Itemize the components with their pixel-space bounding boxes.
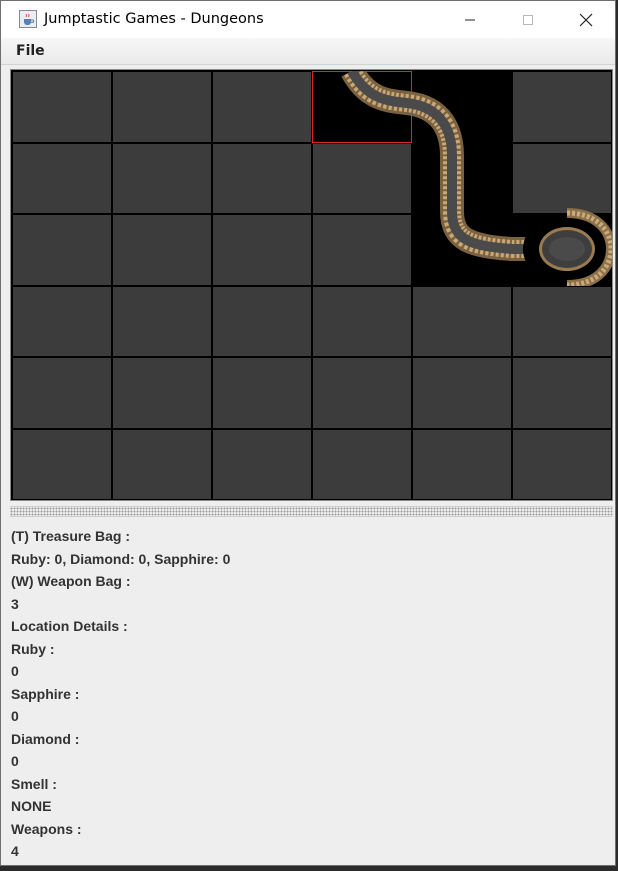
taskbar-strip [0, 866, 618, 871]
treasure-bag-value: Ruby: 0, Diamond: 0, Sapphire: 0 [11, 550, 231, 567]
ruby-value: 0 [11, 663, 19, 679]
dungeon-cell-r4-c4[interactable] [312, 285, 412, 357]
dungeon-cell-r6-c3[interactable] [212, 428, 312, 500]
dungeon-board [10, 69, 613, 501]
dungeon-grid[interactable] [12, 71, 612, 500]
dungeon-cell-r1-c2[interactable] [112, 71, 212, 143]
dungeon-cell-r6-c4[interactable] [312, 428, 412, 500]
close-button[interactable] [557, 1, 615, 38]
dungeon-cell-r6-c5[interactable] [412, 428, 512, 500]
dungeon-cell-r4-c5[interactable] [412, 285, 512, 357]
split-pane-divider[interactable] [10, 506, 613, 517]
window-title: Jumptastic Games - Dungeons [44, 11, 264, 27]
dungeon-cell-r1-c4[interactable] [312, 71, 412, 143]
dungeon-cell-r5-c4[interactable] [312, 357, 412, 429]
dungeon-cell-r3-c3[interactable] [212, 214, 312, 286]
location-details-label: Location Details : [11, 618, 128, 634]
smell-value: NONE [11, 798, 52, 814]
dungeon-cell-r2-c6[interactable] [512, 142, 612, 214]
dungeon-cell-r5-c5[interactable] [412, 357, 512, 429]
dungeon-cell-r3-c1[interactable] [12, 214, 112, 286]
treasure-bag-label: (T) Treasure Bag : [11, 528, 131, 544]
weapon-bag-label: (W) Weapon Bag : [11, 573, 131, 589]
menu-bar: File [1, 38, 615, 65]
maximize-button[interactable] [499, 1, 557, 38]
close-icon [579, 13, 593, 26]
sapphire-label: Sapphire : [11, 685, 80, 702]
dungeon-cell-r2-c2[interactable] [112, 142, 212, 214]
weapon-bag-value: 3 [11, 595, 19, 612]
dungeon-cell-r1-c6[interactable] [512, 71, 612, 143]
dungeon-cell-r5-c6[interactable] [512, 357, 612, 429]
title-bar[interactable]: Jumptastic Games - Dungeons [1, 1, 615, 38]
app-window: Jumptastic Games - Dungeons File (T) Tre… [0, 0, 616, 866]
dungeon-cell-r4-c3[interactable] [212, 285, 312, 357]
diamond-value: 0 [11, 753, 19, 769]
maximize-icon [523, 14, 533, 25]
dungeon-cell-r2-c4[interactable] [312, 142, 412, 214]
dungeon-cell-r6-c2[interactable] [112, 428, 212, 500]
dungeon-cell-r1-c1[interactable] [12, 71, 112, 143]
dungeon-cell-r2-c3[interactable] [212, 142, 312, 214]
dungeon-cell-r3-c6[interactable] [512, 214, 612, 286]
dungeon-cell-r5-c2[interactable] [112, 357, 212, 429]
dungeon-cell-r1-c5[interactable] [412, 71, 512, 143]
dungeon-cell-r2-c5[interactable] [412, 142, 512, 214]
dungeon-cell-r4-c6[interactable] [512, 285, 612, 357]
weapons-value: 4 [11, 843, 19, 859]
smell-label: Smell : [11, 775, 57, 792]
weapons-label: Weapons : [11, 820, 82, 837]
menu-file[interactable]: File [16, 43, 45, 59]
dungeon-cell-r3-c4[interactable] [312, 214, 412, 286]
dungeon-cell-r1-c3[interactable] [212, 71, 312, 143]
diamond-label: Diamond : [11, 730, 80, 747]
minimize-icon [465, 19, 475, 20]
dungeon-cell-r6-c1[interactable] [12, 428, 112, 500]
status-panel: (T) Treasure Bag : Ruby: 0, Diamond: 0, … [11, 525, 601, 863]
dungeon-cell-r4-c1[interactable] [12, 285, 112, 357]
sapphire-value: 0 [11, 708, 19, 724]
dungeon-cell-r3-c2[interactable] [112, 214, 212, 286]
ruby-label: Ruby : [11, 640, 55, 657]
java-cup-icon[interactable] [19, 10, 37, 28]
dungeon-cell-r4-c2[interactable] [112, 285, 212, 357]
dungeon-cell-r5-c1[interactable] [12, 357, 112, 429]
dungeon-cell-r5-c3[interactable] [212, 357, 312, 429]
dungeon-cell-r2-c1[interactable] [12, 142, 112, 214]
minimize-button[interactable] [441, 1, 499, 38]
dungeon-cell-r3-c5[interactable] [412, 214, 512, 286]
dungeon-cell-r6-c6[interactable] [512, 428, 612, 500]
